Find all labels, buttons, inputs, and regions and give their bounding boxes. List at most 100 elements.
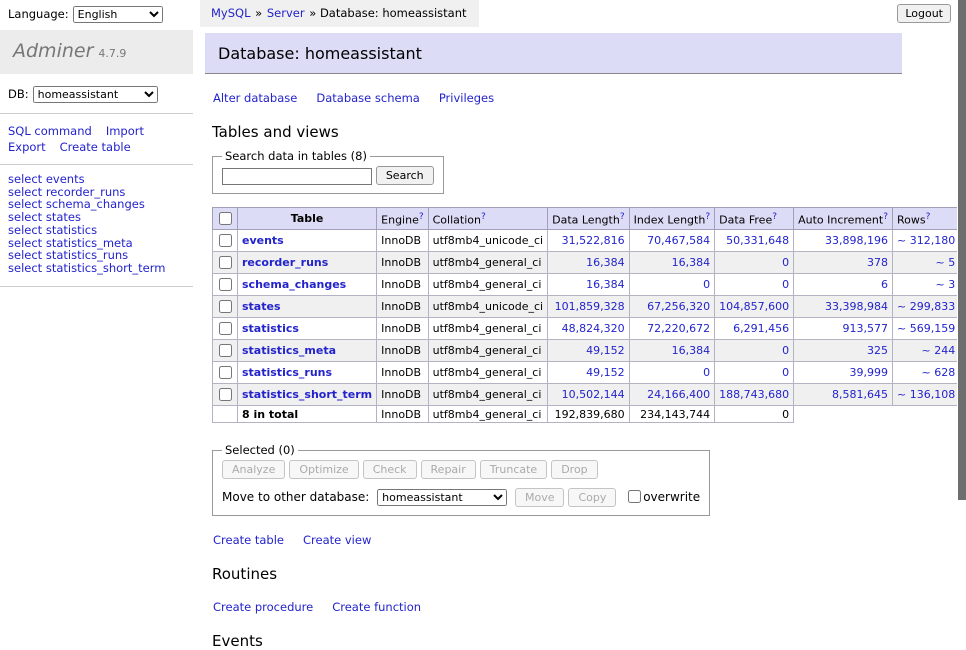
auto-increment-link[interactable]: 39,999 [850,366,889,379]
data-free-link[interactable]: 50,331,648 [726,234,789,247]
rows-link[interactable]: ~ 3 [935,278,955,291]
data-length-link[interactable]: 31,522,816 [562,234,625,247]
search-button[interactable]: Search [376,166,434,185]
index-length-link[interactable]: 0 [703,278,710,291]
auto-increment-link[interactable]: 33,398,984 [825,300,888,313]
routine-link[interactable]: Create procedure [213,600,313,614]
rows-link[interactable]: ~ 312,180 [897,234,955,247]
rows-link[interactable]: ~ 299,833 [897,300,955,313]
data-length-link[interactable]: 101,859,328 [555,300,625,313]
create-link[interactable]: Create view [303,533,371,547]
data-length-link[interactable]: 10,502,144 [562,388,625,401]
breadcrumb-link[interactable]: MySQL [211,6,251,20]
sidebar-action-link[interactable]: Create table [60,140,131,154]
data-free-link[interactable]: 6,291,456 [733,322,789,335]
db-select[interactable]: homeassistant [33,86,158,103]
repair-button[interactable]: Repair [421,460,476,479]
breadcrumb-link[interactable]: Server [267,6,305,20]
rows-link[interactable]: ~ 136,108 [897,388,955,401]
help-link[interactable]: ? [705,212,710,222]
data-free-link[interactable]: 188,743,680 [719,388,789,401]
sidebar-table-link[interactable]: select events [8,173,193,186]
help-link[interactable]: ? [883,212,888,222]
index-length-link[interactable]: 24,166,400 [647,388,710,401]
table-name-link[interactable]: recorder_runs [242,256,328,269]
index-length-link[interactable]: 70,467,584 [647,234,710,247]
logout-button[interactable]: Logout [897,4,951,23]
help-link[interactable]: ? [926,212,931,222]
sidebar-table-link[interactable]: select statistics [8,224,193,237]
auto-increment-link[interactable]: 6 [881,278,888,291]
table-name-link[interactable]: statistics_runs [242,366,332,379]
data-length-link[interactable]: 16,384 [586,256,625,269]
index-length-link[interactable]: 16,384 [672,344,711,357]
move-db-select[interactable]: homeassistant [377,489,507,506]
language-select[interactable]: English [73,6,163,23]
help-link[interactable]: ? [772,212,777,222]
rows-link[interactable]: ~ 628 [921,366,955,379]
scrollbar-track[interactable] [957,0,966,543]
scrollbar-thumb[interactable] [958,0,966,500]
help-link[interactable]: ? [481,212,486,222]
check-button[interactable]: Check [363,460,417,479]
sidebar-table-link[interactable]: select states [8,211,193,224]
row-checkbox[interactable] [219,300,232,313]
db-row: DB:homeassistant [0,74,193,114]
rows-link[interactable]: ~ 5 [935,256,955,269]
auto-increment-link[interactable]: 33,898,196 [825,234,888,247]
move-button[interactable]: Move [515,488,565,507]
database-link[interactable]: Privileges [439,91,494,105]
row-checkbox[interactable] [219,256,232,269]
row-checkbox[interactable] [219,278,232,291]
data-free-link[interactable]: 0 [782,256,789,269]
database-link[interactable]: Database schema [316,91,419,105]
copy-button[interactable]: Copy [568,488,616,507]
data-length-link[interactable]: 16,384 [586,278,625,291]
auto-increment-link[interactable]: 378 [867,256,888,269]
data-length-link[interactable]: 49,152 [586,344,625,357]
sidebar-table-link[interactable]: select statistics_short_term [8,262,193,275]
drop-button[interactable]: Drop [551,460,597,479]
row-checkbox[interactable] [219,388,232,401]
sidebar-action-link[interactable]: SQL command [8,124,92,138]
overwrite-label[interactable]: overwrite [624,490,700,504]
rows-link[interactable]: ~ 244 [921,344,955,357]
help-link[interactable]: ? [620,212,625,222]
sidebar-action-link[interactable]: Export [8,140,46,154]
optimize-button[interactable]: Optimize [289,460,358,479]
database-link[interactable]: Alter database [213,91,297,105]
help-link[interactable]: ? [419,212,424,222]
table-name-link[interactable]: statistics_meta [242,344,336,357]
table-name-link[interactable]: events [242,234,284,247]
row-checkbox[interactable] [219,366,232,379]
data-free-link[interactable]: 0 [782,278,789,291]
search-input[interactable] [222,168,372,185]
table-name-link[interactable]: schema_changes [242,278,346,291]
table-name-link[interactable]: statistics [242,322,299,335]
auto-increment-link[interactable]: 325 [867,344,888,357]
rows-link[interactable]: ~ 569,159 [897,322,955,335]
data-free-link[interactable]: 0 [782,344,789,357]
row-checkbox[interactable] [219,234,232,247]
index-length-link[interactable]: 0 [703,366,710,379]
data-free-link[interactable]: 0 [782,366,789,379]
select-all-checkbox[interactable] [219,212,232,225]
data-length-link[interactable]: 49,152 [586,366,625,379]
sidebar-action-link[interactable]: Import [106,124,144,138]
analyze-button[interactable]: Analyze [222,460,285,479]
auto-increment-link[interactable]: 913,577 [843,322,889,335]
routine-link[interactable]: Create function [332,600,421,614]
index-length-link[interactable]: 67,256,320 [647,300,710,313]
index-length-link[interactable]: 72,220,672 [647,322,710,335]
table-name-link[interactable]: states [242,300,281,313]
index-length-link[interactable]: 16,384 [672,256,711,269]
data-length-link[interactable]: 48,824,320 [562,322,625,335]
create-link[interactable]: Create table [213,533,284,547]
auto-increment-link[interactable]: 8,581,645 [832,388,888,401]
row-checkbox[interactable] [219,344,232,357]
row-checkbox[interactable] [219,322,232,335]
overwrite-checkbox[interactable] [628,490,641,503]
truncate-button[interactable]: Truncate [480,460,547,479]
table-name-link[interactable]: statistics_short_term [242,388,372,401]
data-free-link[interactable]: 104,857,600 [719,300,789,313]
